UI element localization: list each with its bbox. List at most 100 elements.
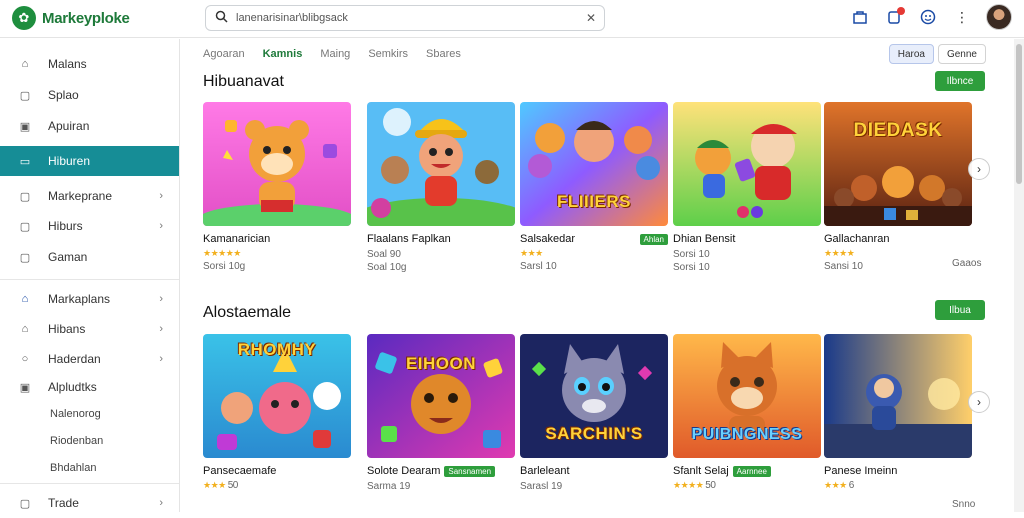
chevron-right-icon: ›	[159, 323, 163, 335]
game-card[interactable]: EIHOON Solote Dearam Sansnamen Sarma 19	[367, 334, 515, 492]
game-thumbnail[interactable]: EIHOON	[367, 334, 515, 458]
sidebar-subitem[interactable]: Riodenban	[50, 435, 103, 447]
rating-stars: ★★★	[520, 248, 543, 258]
more-vertical-icon[interactable]: ⋮	[952, 7, 972, 27]
sidebar-divider	[0, 279, 179, 280]
game-card[interactable]: PUIBNGNESS Sfanlt Selaj Aarnnee ★★★★ 50	[673, 334, 821, 491]
game-thumbnail[interactable]: SARCHIN'S	[520, 334, 668, 458]
game-name: Panese Imeinn	[824, 465, 898, 477]
tab-semkirs[interactable]: Semkirs	[368, 48, 408, 60]
game-thumbnail[interactable]: PUIBNGNESS	[673, 334, 821, 458]
grid-icon: ▣	[19, 120, 31, 133]
chevron-right-icon: ›	[159, 497, 163, 509]
sidebar-item-gaman[interactable]: ▢ Gaman	[0, 242, 179, 272]
sidebar-item-alpludtks[interactable]: ▣ Alpludtks	[0, 372, 179, 402]
folder-icon: ▭	[19, 155, 31, 168]
game-meta: Sorsi 10g	[203, 261, 246, 272]
rating-stars: ★★★ 50	[203, 480, 239, 491]
game-name: Kamanarician	[203, 233, 271, 245]
game-card[interactable]: FLIIIERS Salsakedar Ahlan ★★★ Sarsl 10	[520, 102, 668, 272]
tab-agoaran[interactable]: Agoaran	[203, 48, 245, 60]
game-thumbnail[interactable]: FLIIIERS	[520, 102, 668, 226]
game-thumbnail[interactable]	[203, 102, 351, 226]
sidebar-item-haderdan[interactable]: ○ Haderdan ›	[0, 344, 179, 374]
top-actions: ⋮	[850, 4, 1012, 30]
sidebar-item-markaplans[interactable]: ⌂ Markaplans ›	[0, 284, 179, 314]
sidebar-item-label: Trade	[48, 496, 79, 510]
sidebar-item-label: Markeprane	[48, 189, 113, 203]
carousel-next-arrow[interactable]: ›	[968, 391, 990, 413]
tab-sbares[interactable]: Sbares	[426, 48, 461, 60]
game-card[interactable]: DIEDASK Gallachanran ★★★★ Sansi 10	[824, 102, 972, 272]
status-badge: Aarnnee	[732, 465, 771, 477]
sidebar-divider	[0, 483, 179, 484]
sidebar-item-hiburen[interactable]: ▭ Hiburen	[0, 146, 179, 176]
chevron-right-icon: ›	[159, 353, 163, 365]
section-action-button[interactable]: Ilbnce	[935, 71, 985, 91]
sidebar-item-malans[interactable]: ⌂ Malans	[0, 49, 179, 79]
game-card[interactable]: SARCHIN'S Barleleant Sarasl 19	[520, 334, 668, 492]
game-card[interactable]: Flaalans Faplkan Soal 90 Soal 10g	[367, 102, 515, 273]
tab-kamnis[interactable]: Kamnis	[263, 48, 303, 60]
sidebar-item-label: Splao	[48, 88, 79, 102]
main-content: Agoaran Kamnis Maing Semkirs Sbares Haro…	[181, 39, 1014, 512]
chevron-right-icon: ›	[159, 293, 163, 305]
sidebar-subitem[interactable]: Bhdahlan	[50, 462, 97, 474]
sidebar-item-label: Gaman	[48, 250, 88, 264]
game-card[interactable]: Kamanarician ★★★★★ Sorsi 10g	[203, 102, 351, 272]
search-bar[interactable]: lanenarisinar\blibgsack ✕	[205, 5, 605, 31]
notification-icon[interactable]	[884, 7, 905, 27]
square-icon: ▢	[19, 497, 31, 510]
game-thumbnail[interactable]: DIEDASK	[824, 102, 972, 226]
sidebar-item-label: Hiburs	[48, 219, 83, 233]
game-meta: Sarma 19	[367, 481, 411, 492]
status-badge: Ahlan	[639, 233, 668, 245]
sidebar-subitem[interactable]: Nalenorog	[50, 408, 101, 420]
sidebar-item-markeprane[interactable]: ▢ Markeprane ›	[0, 181, 179, 211]
store-icon[interactable]	[850, 7, 870, 27]
game-meta: Sarsl 10	[520, 261, 557, 272]
circle-icon: ○	[21, 353, 29, 365]
sidebar-item-hibans[interactable]: ⌂ Hibans ›	[0, 314, 179, 344]
sidebar-item-apuiran[interactable]: ▣ Apuiran	[0, 111, 179, 141]
game-meta: 50	[227, 480, 239, 491]
square-icon: ▢	[19, 89, 31, 102]
app-name: Markeyploke	[42, 9, 130, 27]
chevron-right-icon: ›	[159, 190, 163, 202]
smiley-icon[interactable]	[918, 7, 938, 27]
sidebar-item-trade[interactable]: ▢ Trade ›	[0, 488, 179, 518]
rating-stars: ★★★★★	[203, 248, 241, 258]
game-meta: 50	[705, 480, 716, 491]
game-card[interactable]: Dhian Bensit Sorsi 10 Sorsi 10	[673, 102, 821, 273]
search-input[interactable]: lanenarisinar\blibgsack	[236, 12, 578, 24]
section-action-button[interactable]: Ilbua	[935, 300, 985, 320]
scrollbar-thumb[interactable]	[1016, 44, 1022, 184]
tab-bar: Agoaran Kamnis Maing Semkirs Sbares	[203, 48, 461, 60]
thumbnail-title: DIEDASK	[853, 120, 943, 141]
tab-maing[interactable]: Maing	[320, 48, 350, 60]
chevron-right-icon: ›	[159, 220, 163, 232]
game-name: Salsakedar Ahlan	[520, 233, 668, 245]
close-icon[interactable]: ✕	[578, 11, 604, 25]
game-card[interactable]: RHOMHY Pansecaemafe ★★★ 50	[203, 334, 351, 491]
search-icon[interactable]	[206, 10, 236, 26]
game-thumbnail[interactable]	[673, 102, 821, 226]
game-thumbnail[interactable]: RHOMHY	[203, 334, 351, 458]
game-name: Gallachanran	[824, 233, 890, 245]
game-card[interactable]: Panese Imeinn ★★★ 6	[824, 334, 972, 491]
game-meta: Soal 10g	[367, 262, 407, 273]
app-logo[interactable]: ✿ Markeyploke	[12, 6, 130, 30]
carousel-next-arrow[interactable]: ›	[968, 158, 990, 180]
bag-icon: ▢	[19, 190, 31, 203]
avatar[interactable]	[986, 4, 1012, 30]
sidebar-item-label: Haderdan	[48, 352, 101, 366]
sidebar: ⌂ Malans ▢ Splao ▣ Apuiran ▭ Hiburen ▢ M…	[0, 39, 180, 512]
game-thumbnail[interactable]	[824, 334, 972, 458]
game-thumbnail[interactable]	[367, 102, 515, 226]
segment-genne[interactable]: Genne	[937, 44, 986, 64]
sidebar-item-hiburs[interactable]: ▢ Hiburs ›	[0, 211, 179, 241]
thumbnail-title: SARCHIN'S	[545, 424, 643, 443]
thumbnail-title: EIHOON	[405, 354, 477, 373]
sidebar-item-splao[interactable]: ▢ Splao	[0, 80, 179, 110]
segment-haroa[interactable]: Haroa	[888, 44, 934, 64]
